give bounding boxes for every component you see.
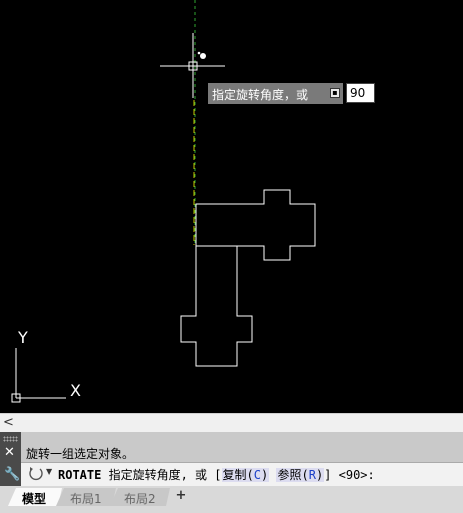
tab-layout1[interactable]: 布局1 <box>56 488 116 506</box>
dynamic-input-tooltip: 指定旋转角度，或 ▪ <box>208 83 343 104</box>
rotate-cursor-icon <box>197 51 206 59</box>
close-icon[interactable]: ✕ <box>4 445 15 460</box>
tab-layout2[interactable]: 布局2 <box>110 488 170 506</box>
tab-model[interactable]: 模型 <box>8 488 62 506</box>
wrench-icon[interactable]: 🔧 <box>4 467 20 482</box>
ucs-y-label: Y <box>17 328 28 347</box>
drawing-canvas[interactable]: Y X 指定旋转角度，或 ▪ 90 <box>0 0 463 413</box>
original-object[interactable] <box>180 245 253 367</box>
horizontal-scrollbar[interactable]: < <box>0 413 463 432</box>
history-text: 旋转一组选定对象。 <box>26 447 135 461</box>
autocad-window: Y X 指定旋转角度，或 ▪ 90 < ✕ 🔧 旋转一组选定对象。 ▼ ROTA… <box>0 0 463 513</box>
ucs-icon: Y X <box>11 328 81 403</box>
command-name: ROTATE <box>58 468 102 482</box>
angle-input-field[interactable]: 90 <box>346 83 375 103</box>
recent-commands-dropdown-icon[interactable]: ▼ <box>46 467 52 476</box>
rotated-preview-object <box>195 189 316 261</box>
rotate-command-icon[interactable] <box>28 465 44 481</box>
tooltip-label: 指定旋转角度，或 <box>212 88 309 102</box>
drawing-svg[interactable]: Y X <box>0 0 463 413</box>
add-layout-button[interactable]: + <box>172 488 190 504</box>
prompt-text: 指定旋转角度, 或 [ <box>108 468 222 482</box>
option-copy[interactable]: 复制(C) <box>221 468 270 482</box>
grip-handle-icon[interactable] <box>3 436 18 442</box>
option-reference[interactable]: 参照(R) <box>276 468 325 482</box>
ucs-x-label: X <box>70 381 81 400</box>
scroll-left-icon[interactable]: < <box>3 414 14 432</box>
command-prompt[interactable]: ROTATE 指定旋转角度, 或 [复制(C) 参照(R)] <90>: <box>58 466 375 483</box>
prompt-suffix: ] <90>: <box>324 468 375 482</box>
expand-icon[interactable]: ▪ <box>330 88 340 98</box>
